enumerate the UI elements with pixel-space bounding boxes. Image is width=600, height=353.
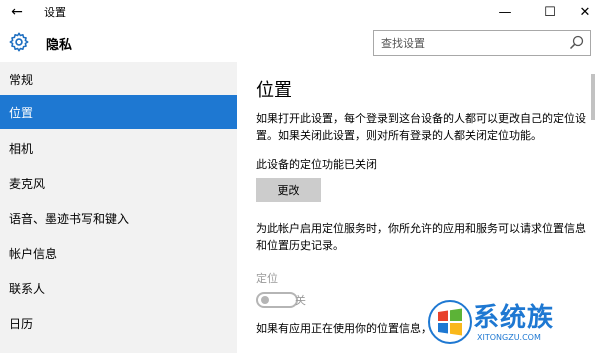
back-button[interactable]: ←	[0, 0, 34, 24]
sidebar-item-camera[interactable]: 相机	[0, 131, 237, 165]
location-description: 如果打开此设置，每个登录到这台设备的人都可以更改自己的定位设置。如果关闭此设置，…	[256, 112, 586, 142]
window-title: 设置	[44, 6, 66, 19]
location-toggle[interactable]	[256, 292, 298, 308]
settings-header: 隐私	[0, 24, 600, 62]
sidebar-item-speech-inking-typing[interactable]: 语音、墨迹书写和键入	[0, 201, 237, 235]
app-location-description: 如果有应用正在使用你的位置信息，	[256, 322, 432, 335]
change-button[interactable]: 更改	[256, 178, 321, 202]
sidebar: 常规 位置 相机 麦克风 语音、墨迹书写和键入 帐户信息 联系人 日历	[0, 62, 237, 353]
minimize-button[interactable]: —	[482, 0, 528, 24]
sidebar-item-general[interactable]: 常规	[0, 62, 237, 96]
location-toggle-label: 定位	[256, 272, 278, 285]
main-content: 位置 如果打开此设置，每个登录到这台设备的人都可以更改自己的定位设置。如果关闭此…	[237, 62, 600, 353]
toggle-knob	[261, 296, 269, 304]
section-title: 隐私	[46, 38, 73, 53]
toggle-state-label: 关	[295, 294, 306, 307]
back-arrow-icon: ←	[11, 4, 23, 20]
close-button[interactable]: ✕	[562, 0, 600, 24]
page-title: 位置	[256, 80, 292, 101]
scrollbar[interactable]	[591, 74, 595, 120]
gear-icon	[9, 32, 29, 52]
account-location-description: 为此帐户启用定位服务时，你所允许的应用和服务可以请求位置信息和位置历史记录。	[256, 222, 586, 252]
search-input[interactable]	[374, 32, 568, 54]
sidebar-item-location[interactable]: 位置	[0, 95, 237, 129]
search-box[interactable]	[373, 30, 591, 56]
sidebar-item-microphone[interactable]: 麦克风	[0, 166, 237, 200]
device-location-status: 此设备的定位功能已关闭	[256, 158, 377, 171]
sidebar-item-contacts[interactable]: 联系人	[0, 271, 237, 305]
sidebar-item-account-info[interactable]: 帐户信息	[0, 236, 237, 270]
search-icon[interactable]	[568, 34, 586, 52]
sidebar-item-calendar[interactable]: 日历	[0, 306, 237, 340]
